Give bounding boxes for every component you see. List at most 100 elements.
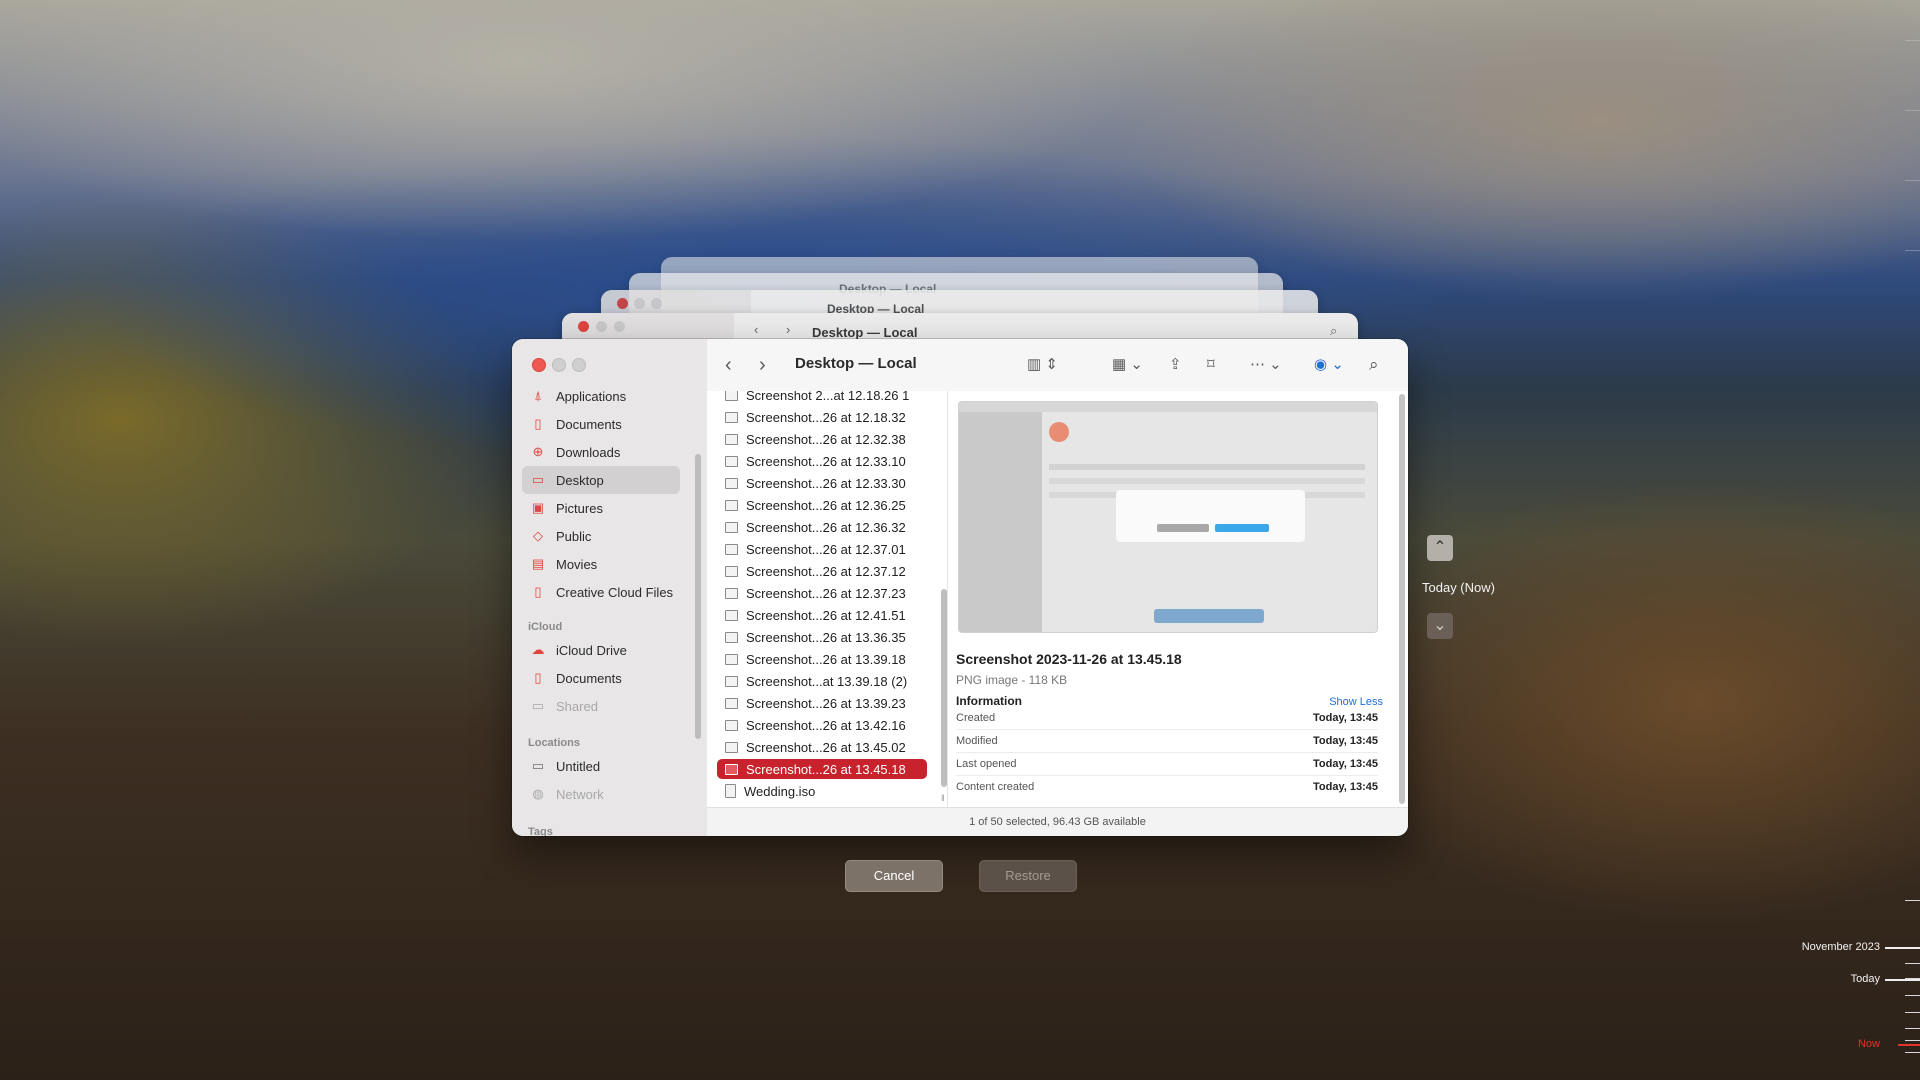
file-row[interactable]: Screenshot...at 13.39.18 (2) [717,671,927,691]
timeline-month-label[interactable]: November 2023 [1770,941,1880,953]
minimize-button[interactable] [552,358,566,372]
disk-image-file-icon [725,784,736,798]
share-icon[interactable]: ⇪ [1169,354,1182,376]
file-row[interactable]: Screenshot...26 at 12.18.32 [717,407,927,427]
document-icon: ▯ [534,670,542,685]
file-row[interactable]: Screenshot 2...at 12.18.26 1 [717,391,927,405]
file-row[interactable]: Screenshot...26 at 12.37.12 [717,561,927,581]
file-row[interactable]: Wedding.iso [717,781,927,801]
file-name: Screenshot...26 at 13.45.02 [746,739,906,755]
file-name: Screenshot...26 at 13.45.18 [746,761,906,777]
file-row[interactable]: Screenshot...26 at 12.33.10 [717,451,927,471]
zoom-button[interactable] [572,358,586,372]
sidebar-item-documents[interactable]: ▯ Documents [522,410,680,438]
sidebar-header-tags: Tags [528,826,553,836]
file-row[interactable]: Screenshot...26 at 12.41.51 [717,605,927,625]
image-file-icon [725,499,738,511]
sidebar-item-applications[interactable]: ⍋ Applications [522,382,680,410]
file-name: Screenshot 2...at 12.18.26 1 [746,391,910,403]
image-file-icon [725,609,738,621]
image-file-icon [725,565,738,577]
file-row[interactable]: Screenshot...26 at 12.37.01 [717,539,927,559]
sidebar-item-pictures[interactable]: ▣ Pictures [522,494,680,522]
info-row-content-created: Content created Today, 13:45 [956,781,1378,793]
image-file-icon [725,763,738,775]
image-file-icon [725,411,738,423]
sidebar-item-desktop[interactable]: ▭ Desktop [522,466,680,494]
sidebar-item-untitled[interactable]: ▭ Untitled [522,752,680,780]
image-file-icon [725,521,738,533]
cloud-icon: ☁ [531,642,545,657]
sidebar-item-icloud-drive[interactable]: ☁ iCloud Drive [522,636,680,664]
close-button[interactable] [532,358,546,372]
info-row-last-opened: Last opened Today, 13:45 [956,753,1378,776]
file-list: Screenshot 2...at 12.18.26 1 Screenshot..… [707,391,948,808]
column-divider-handle[interactable]: ‖ [941,793,945,803]
timeline-today-label[interactable]: Today [1820,973,1880,985]
file-row[interactable]: Screenshot...26 at 13.42.16 [717,715,927,735]
sidebar-item-shared[interactable]: ▭ Shared [522,692,680,720]
file-row[interactable]: Screenshot...26 at 12.36.32 [717,517,927,537]
sidebar-item-creative-cloud-files[interactable]: ▯ Creative Cloud Files [522,578,680,606]
cancel-button[interactable]: Cancel [845,860,943,892]
shared-folder-icon: ▭ [531,698,545,713]
group-icon[interactable]: ▦ ⌄ [1112,354,1143,376]
sidebar-item-public[interactable]: ◇ Public [522,522,680,550]
file-name: Screenshot...26 at 12.18.32 [746,409,906,425]
restore-button[interactable]: Restore [979,860,1077,892]
timeline-now-label[interactable]: Now [1820,1038,1880,1050]
document-icon: ▯ [534,416,542,431]
file-list-scrollbar[interactable] [941,589,947,787]
sidebar-scrollbar[interactable] [695,454,701,739]
file-row[interactable]: Screenshot...26 at 13.39.18 [717,649,927,669]
file-row[interactable]: Screenshot...26 at 13.45.02 [717,737,927,757]
image-file-icon [725,433,738,445]
file-row[interactable]: Screenshot...26 at 13.39.23 [717,693,927,713]
file-name: Screenshot...26 at 12.41.51 [746,607,906,623]
preview-pane: Screenshot 2023-11-26 at 13.45.18 PNG im… [948,391,1408,808]
back-button[interactable]: ‹ [725,354,732,376]
sharing-status-icon[interactable]: ◉ ⌄ [1314,354,1344,376]
image-file-icon [725,631,738,643]
file-row[interactable]: Screenshot...26 at 13.36.35 [717,627,927,647]
preview-scrollbar[interactable] [1399,394,1405,804]
later-button[interactable]: ⌄ [1427,613,1453,639]
finder-window: ⍋ Applications ▯ Documents ⊕ Downloads ▭ Des… [512,339,1408,836]
sidebar-item-icloud-documents[interactable]: ▯ Documents [522,664,680,692]
image-file-icon [725,697,738,709]
info-row-created: Created Today, 13:45 [956,707,1378,730]
preview-thumbnail [958,401,1378,633]
view-columns-icon[interactable]: ▥ ⇕ [1027,354,1058,376]
info-row-modified: Modified Today, 13:45 [956,730,1378,753]
sidebar-item-movies[interactable]: ▤ Movies [522,550,680,578]
movies-icon: ▤ [531,556,545,571]
drive-icon: ▭ [531,758,545,773]
sidebar-item-network[interactable]: ◍ Network [522,780,680,808]
more-actions-icon[interactable]: ⋯ ⌄ [1250,354,1282,376]
image-file-icon [725,391,738,401]
back-icon: ‹ [754,322,759,337]
file-name: Screenshot...26 at 12.32.38 [746,431,906,447]
forward-button[interactable]: › [759,354,766,376]
file-row[interactable]: Screenshot...26 at 12.32.38 [717,429,927,449]
search-button[interactable]: ⌕ [1369,354,1379,376]
creative-cloud-icon: ▯ [534,584,542,599]
file-row[interactable]: Screenshot...26 at 12.37.23 [717,583,927,603]
sidebar-header-locations: Locations [528,737,580,749]
file-name: Screenshot...26 at 12.37.01 [746,541,906,557]
file-row[interactable]: Screenshot...26 at 13.45.18 [717,759,927,779]
file-row[interactable]: Screenshot...26 at 12.36.25 [717,495,927,515]
file-row[interactable]: Screenshot...26 at 12.33.30 [717,473,927,493]
file-name: Screenshot...at 13.39.18 (2) [746,673,908,689]
image-file-icon [725,477,738,489]
tag-icon[interactable]: ⌑ [1207,354,1215,376]
image-file-icon [725,675,738,687]
image-file-icon [725,741,738,753]
file-name: Wedding.iso [744,783,816,799]
file-name: Screenshot...26 at 12.33.10 [746,453,906,469]
earlier-button[interactable]: ⌃ [1427,535,1453,561]
file-name: Screenshot...26 at 12.36.25 [746,497,906,513]
image-file-icon [725,587,738,599]
toolbar: ‹ › Desktop — Local ▥ ⇕ ▦ ⌄ ⇪ ⌑ ⋯ ⌄ ◉ ⌄ … [707,339,1408,392]
sidebar-item-downloads[interactable]: ⊕ Downloads [522,438,680,466]
